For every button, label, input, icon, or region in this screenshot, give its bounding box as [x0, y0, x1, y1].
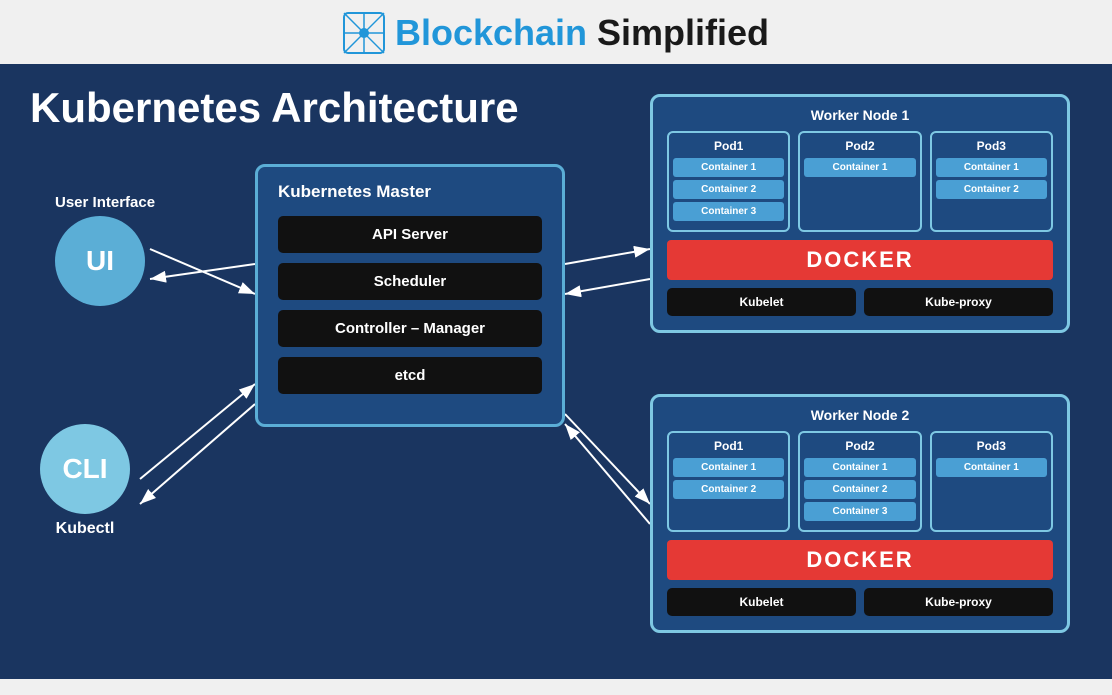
worker1-pods-row: Pod1 Container 1 Container 2 Container 3…: [667, 131, 1053, 232]
ui-label: User Interface: [55, 194, 155, 211]
w1p3c1: Container 1: [936, 158, 1047, 177]
w1p1c1: Container 1: [673, 158, 784, 177]
w2p2c1: Container 1: [804, 458, 915, 477]
cli-circle: CLI: [40, 424, 130, 514]
main-diagram: Kubernetes Architecture User Interface U…: [0, 64, 1112, 679]
ui-circle: UI: [55, 216, 145, 306]
worker1-pod3: Pod3 Container 1 Container 2: [930, 131, 1053, 232]
worker1-pod1-label: Pod1: [673, 139, 784, 153]
worker1-pod1: Pod1 Container 1 Container 2 Container 3: [667, 131, 790, 232]
worker-node-2-box: Worker Node 2 Pod1 Container 1 Container…: [650, 394, 1070, 633]
worker2-kube-row: Kubelet Kube-proxy: [667, 588, 1053, 616]
w2p2c3: Container 3: [804, 502, 915, 521]
worker2-pod2-label: Pod2: [804, 439, 915, 453]
worker1-pod2: Pod2 Container 1: [798, 131, 921, 232]
worker2-kubelet: Kubelet: [667, 588, 856, 616]
etcd-item: etcd: [278, 357, 542, 394]
kubernetes-master-box: Kubernetes Master API Server Scheduler C…: [255, 164, 565, 427]
w2p3c1: Container 1: [936, 458, 1047, 477]
worker2-pod3: Pod3 Container 1: [930, 431, 1053, 532]
worker2-pods-row: Pod1 Container 1 Container 2 Pod2 Contai…: [667, 431, 1053, 532]
worker-node-1-title: Worker Node 1: [667, 107, 1053, 123]
cli-label: Kubectl: [40, 520, 130, 538]
w2p1c1: Container 1: [673, 458, 784, 477]
worker1-docker: DOCKER: [667, 240, 1053, 280]
worker1-kube-proxy: Kube-proxy: [864, 288, 1053, 316]
worker1-pod3-label: Pod3: [936, 139, 1047, 153]
scheduler-item: Scheduler: [278, 263, 542, 300]
ui-section: User Interface UI: [55, 194, 155, 306]
worker2-pod1: Pod1 Container 1 Container 2: [667, 431, 790, 532]
worker-node-1-box: Worker Node 1 Pod1 Container 1 Container…: [650, 94, 1070, 333]
worker2-pod2: Pod2 Container 1 Container 2 Container 3: [798, 431, 921, 532]
worker2-kube-proxy: Kube-proxy: [864, 588, 1053, 616]
page-title: Kubernetes Architecture: [30, 84, 519, 132]
w2p1c2: Container 2: [673, 480, 784, 499]
controller-manager-item: Controller – Manager: [278, 310, 542, 347]
brand-name-dark: Simplified: [597, 12, 769, 54]
worker2-pod3-label: Pod3: [936, 439, 1047, 453]
master-title: Kubernetes Master: [278, 182, 542, 202]
api-server-item: API Server: [278, 216, 542, 253]
worker1-kube-row: Kubelet Kube-proxy: [667, 288, 1053, 316]
brand-name-blue: Blockchain: [395, 12, 587, 54]
w1p1c2: Container 2: [673, 180, 784, 199]
w1p1c3: Container 3: [673, 202, 784, 221]
w2p2c2: Container 2: [804, 480, 915, 499]
worker2-pod1-label: Pod1: [673, 439, 784, 453]
worker2-docker: DOCKER: [667, 540, 1053, 580]
worker1-pod2-label: Pod2: [804, 139, 915, 153]
w1p3c2: Container 2: [936, 180, 1047, 199]
header: Blockchain Simplified: [0, 0, 1112, 64]
worker-node-2-title: Worker Node 2: [667, 407, 1053, 423]
w1p2c1: Container 1: [804, 158, 915, 177]
cli-section: CLI Kubectl: [40, 424, 130, 538]
worker1-kubelet: Kubelet: [667, 288, 856, 316]
blockchain-logo-icon: [343, 12, 385, 54]
